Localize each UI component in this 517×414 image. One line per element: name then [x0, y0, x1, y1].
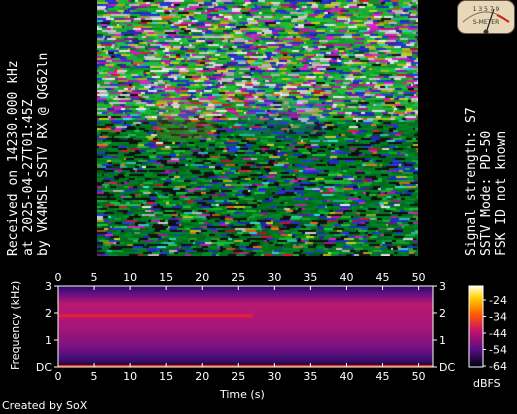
x-tick-label-top: 0 — [55, 271, 62, 284]
x-tick-label-top: 5 — [91, 271, 98, 284]
x-tick-label-top: 30 — [267, 271, 281, 284]
s-meter-icon: 1 3 5 7 9 S-METER — [457, 0, 515, 34]
colorbar-tick-label: -64 — [489, 360, 507, 373]
x-tick-label-bottom: 25 — [231, 370, 245, 383]
caption-timestamp: at 2025-04-27T01:45Z — [21, 99, 36, 256]
colorbar-tick-label: -44 — [489, 327, 507, 340]
x-tick-label-bottom: 45 — [376, 370, 390, 383]
x-tick-label-top: 10 — [123, 271, 137, 284]
x-tick-label-bottom: 50 — [412, 370, 426, 383]
x-tick-label-bottom: 0 — [55, 370, 62, 383]
x-tick-label-bottom: 35 — [303, 370, 317, 383]
credit-text: Created by SoX — [2, 399, 88, 412]
x-tick-label-bottom: 30 — [267, 370, 281, 383]
x-tick-label-top: 20 — [195, 271, 209, 284]
caption-station: by VK4MSL SSTV RX @ QG62ln — [36, 52, 51, 257]
x-axis-title: Time (s) — [220, 388, 265, 401]
x-tick-label-top: 40 — [339, 271, 353, 284]
spectrogram-plot-area — [58, 286, 433, 367]
y-tick-label-right: 1 — [439, 334, 446, 347]
y-tick-label-right: 2 — [439, 307, 446, 320]
x-tick-label-top: 15 — [159, 271, 173, 284]
y-tick-label-right: 3 — [439, 280, 446, 293]
tone-trace — [58, 311, 253, 320]
caption-sstv-mode: SSTV Mode: PD-50 — [479, 130, 494, 256]
colorbar — [468, 285, 484, 368]
y-tick-label-right: DC — [439, 361, 455, 374]
caption-signal-strength: Signal strength: S7 — [464, 107, 479, 256]
y-axis-right: DC 1 2 3 — [433, 280, 455, 374]
x-tick-label-top: 45 — [376, 271, 390, 284]
x-tick-label-top: 50 — [412, 271, 426, 284]
y-tick-label-left: 3 — [45, 280, 52, 293]
y-tick-label-left: DC — [36, 361, 52, 374]
caption-frequency: Received on 14230.000 kHz — [6, 60, 21, 256]
s-meter-label: S-METER — [473, 19, 500, 26]
y-tick-label-left: 1 — [45, 334, 52, 347]
sstv-received-image — [97, 0, 418, 256]
x-tick-label-bottom: 40 — [339, 370, 353, 383]
tone-glow — [58, 311, 253, 320]
colorbar-tick-label: -24 — [489, 294, 507, 307]
x-tick-label-top: 35 — [303, 271, 317, 284]
caption-fsk-id: FSK ID not known — [494, 130, 509, 256]
y-tick-label-left: 2 — [45, 307, 52, 320]
colorbar-tick-label: -34 — [489, 311, 507, 324]
x-tick-label-bottom: 10 — [123, 370, 137, 383]
y-axis-left: DC 1 2 3 — [36, 280, 58, 374]
colorbar-ticks: -24 -34 -44 -54 -64 — [483, 294, 507, 373]
x-tick-label-bottom: 20 — [195, 370, 209, 383]
x-tick-label-bottom: 5 — [91, 370, 98, 383]
colorbar-tick-label: -54 — [489, 344, 507, 357]
colorbar-unit: dBFS — [473, 377, 501, 390]
s-meter-scale: 1 3 5 7 9 — [473, 6, 500, 13]
x-tick-label-bottom: 15 — [159, 370, 173, 383]
x-tick-label-top: 25 — [231, 271, 245, 284]
